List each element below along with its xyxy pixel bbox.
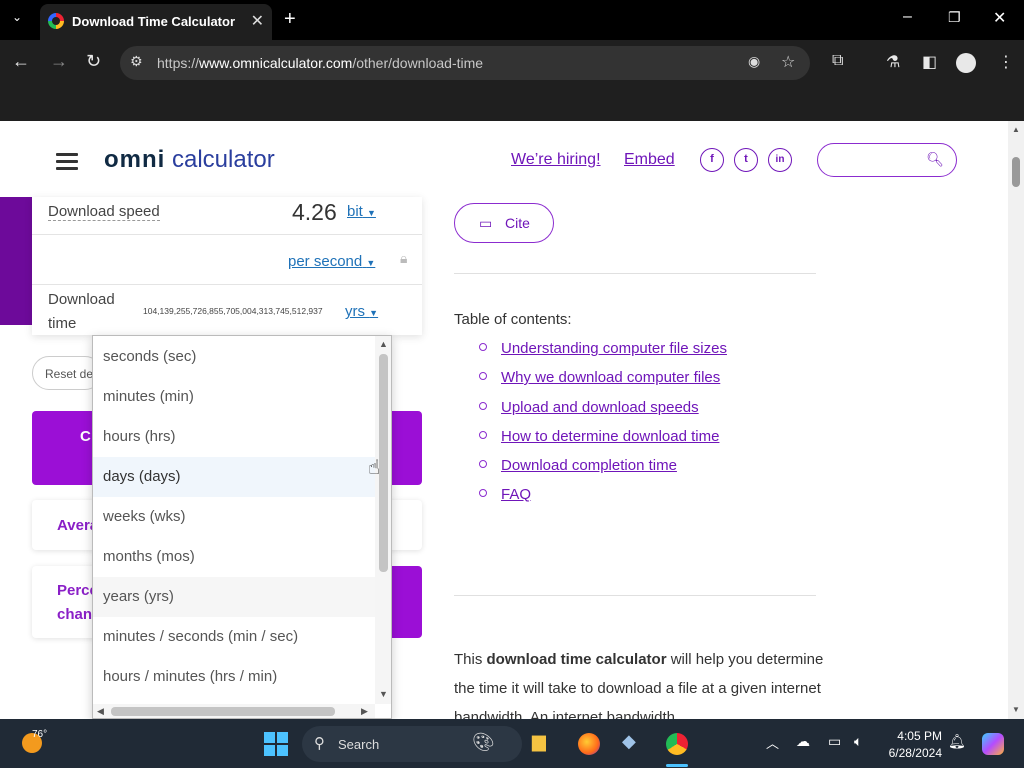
tab-search-chevron-icon[interactable]: ⌄ (12, 10, 22, 24)
windows-start-icon[interactable] (264, 732, 288, 756)
toc-item[interactable]: FAQ (479, 486, 531, 503)
download-time-value[interactable]: 104,139,255,726,855,705,004,313,745,512,… (143, 306, 323, 316)
twitter-icon[interactable]: t (734, 148, 758, 172)
bookmark-bar (0, 86, 1024, 121)
search-highlight-icon: 🎨︎ (472, 732, 495, 752)
menu-kebab-icon[interactable]: ⋮ (998, 52, 1014, 72)
back-icon[interactable]: ← (12, 51, 30, 72)
speed-unit-select[interactable]: bit ▼ (347, 203, 376, 220)
toc-title: Table of contents: (454, 311, 572, 328)
dropdown-hscrollbar[interactable]: ◀ ▶ (93, 704, 375, 718)
calculator-panel: Download speed 4.26 bit ▼ per second ▼ 🔒… (32, 197, 422, 335)
url-text: https://www.omnicalculator.com/other/dow… (157, 55, 484, 71)
chrome-favicon-icon (48, 13, 64, 29)
download-speed-value[interactable]: 4.26 (292, 199, 337, 226)
chrome-taskbar-icon[interactable] (666, 733, 688, 755)
scroll-up-icon[interactable]: ▲ (1012, 125, 1020, 134)
option-hrs-min[interactable]: hours / minutes (hrs / min) (93, 657, 376, 697)
page-scrollbar[interactable]: ▲ ▼ (1008, 121, 1024, 719)
option-seconds[interactable]: seconds (sec) (93, 337, 376, 377)
window-close-icon[interactable]: ✕ (993, 8, 1006, 28)
weather-temp: 76° (32, 729, 48, 740)
cite-button[interactable]: ▭ Cite (454, 203, 554, 243)
network-icon[interactable]: ☁︎ (796, 733, 810, 750)
dropdown-scrollbar[interactable]: ▲ ▼ (375, 336, 391, 704)
site-info-icon[interactable]: ⚙ (130, 53, 143, 70)
eye-slash-icon[interactable]: ◉ (748, 53, 760, 70)
scroll-down-icon[interactable]: ▼ (1012, 705, 1020, 714)
notification-bell-icon[interactable]: 🔔︎ (948, 733, 966, 750)
address-bar[interactable]: ⚙ https://www.omnicalculator.com/other/d… (120, 46, 810, 80)
option-minutes[interactable]: minutes (min) (93, 377, 376, 417)
option-years[interactable]: years (yrs) (93, 577, 376, 617)
forward-icon[interactable]: → (50, 51, 68, 72)
search-icon: ⚲ (314, 735, 325, 752)
option-weeks[interactable]: weeks (wks) (93, 497, 376, 537)
tab-close-icon[interactable]: ✕ (251, 11, 264, 31)
dropdown-scroll-down-icon[interactable]: ▼ (379, 689, 388, 699)
dropdown-scroll-right-icon[interactable]: ▶ (361, 706, 368, 717)
virtualbox-icon[interactable]: ◆ (622, 731, 636, 752)
site-search-input[interactable]: 🔍︎ (817, 143, 957, 177)
hamburger-menu-icon[interactable] (56, 153, 78, 174)
display-icon[interactable]: ▭ (828, 733, 841, 750)
toc-item[interactable]: Why we download computer files (479, 369, 720, 386)
labs-flask-icon[interactable]: ⚗ (886, 52, 900, 72)
time-unit-select[interactable]: yrs ▼ (345, 303, 378, 320)
toc-item[interactable]: Download completion time (479, 457, 677, 474)
tab-bar: ⌄ Download Time Calculator ✕ + – ❐ ✕ (0, 0, 1024, 40)
toc-item[interactable]: Upload and download speeds (479, 399, 699, 416)
comment-icon: ▭ (479, 215, 493, 231)
download-speed-label: Download speed (48, 203, 160, 221)
firefox-icon[interactable] (578, 733, 600, 755)
download-time-label: Download (48, 291, 115, 308)
volume-icon[interactable]: 🔈︎ (854, 733, 862, 750)
copilot-icon[interactable] (982, 733, 1004, 755)
profile-avatar-icon[interactable] (956, 53, 976, 73)
hiring-link[interactable]: We’re hiring! (511, 151, 601, 169)
toc-item[interactable]: Understanding computer file sizes (479, 340, 727, 357)
option-min-sec[interactable]: minutes / seconds (min / sec) (93, 617, 376, 657)
taskbar-search[interactable]: ⚲ Search 🎨︎ (302, 726, 522, 762)
tray-chevron-icon[interactable]: ︿ (766, 733, 779, 752)
linkedin-icon[interactable]: in (768, 148, 792, 172)
dropdown-scroll-up-icon[interactable]: ▲ (379, 339, 388, 349)
hand-cursor-icon: ☝︎ (368, 457, 381, 479)
omni-logo[interactable]: omni calculator (104, 146, 275, 174)
option-months[interactable]: months (mos) (93, 537, 376, 577)
minimize-icon[interactable]: – (903, 8, 912, 26)
file-explorer-icon[interactable]: ▆ (532, 731, 546, 752)
extensions-icon[interactable]: ⧉ (832, 52, 843, 70)
option-days[interactable]: days (days) (93, 457, 376, 497)
reload-icon[interactable]: ↻ (86, 51, 101, 72)
toc-item[interactable]: How to determine download time (479, 428, 719, 445)
bookmark-star-icon[interactable]: ☆ (781, 52, 795, 72)
side-panel-icon[interactable]: ◧ (922, 52, 937, 72)
download-time-label-2: time (48, 315, 77, 332)
per-unit-select[interactable]: per second ▼ (288, 253, 375, 270)
tab-title: Download Time Calculator (72, 14, 236, 29)
dropdown-scroll-left-icon[interactable]: ◀ (97, 706, 104, 717)
embed-link[interactable]: Embed (624, 151, 675, 169)
lock-icon[interactable]: 🔒︎ (400, 250, 407, 267)
facebook-icon[interactable]: f (700, 148, 724, 172)
restore-icon[interactable]: ❐ (948, 9, 961, 26)
search-icon[interactable]: 🔍︎ (926, 151, 944, 168)
option-hours[interactable]: hours (hrs) (93, 417, 376, 457)
taskbar-clock[interactable]: 4:05 PM 6/28/2024 (884, 729, 942, 760)
time-unit-dropdown[interactable]: seconds (sec) minutes (min) hours (hrs) … (92, 335, 392, 719)
calculator-accent-bar (0, 197, 32, 325)
tab-active[interactable]: Download Time Calculator ✕ (40, 4, 272, 40)
new-tab-icon[interactable]: + (284, 8, 296, 31)
